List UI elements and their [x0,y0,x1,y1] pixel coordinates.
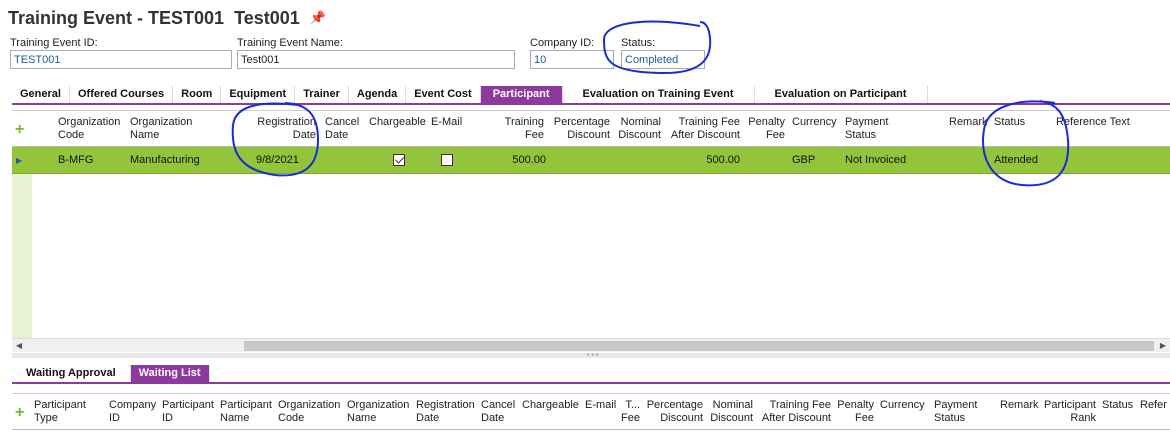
event-name-label: Training Event Name: [237,37,343,49]
status-label: Status: [621,37,656,49]
wcol-company-id[interactable]: Company ID [109,394,156,430]
wcol-email[interactable]: E-mail [585,394,616,430]
sub-tabs: Waiting Approval Waiting List [12,365,1170,384]
waiting-list-grid: + Participant Type Company ID Participant I… [12,393,1170,443]
col-org-name[interactable]: Organization Name [130,111,192,147]
panel-splitter[interactable]: • • • [12,352,1170,359]
cell-fee-after-discount[interactable]: 500.00 [666,147,740,174]
tab-room[interactable]: Room [173,86,222,103]
wcol-penalty-fee[interactable]: Penalty Fee [836,394,874,430]
col-org-code[interactable]: Organization Code [58,111,120,147]
chargeable-checkbox[interactable] [393,154,405,166]
col-email[interactable]: E-Mail [431,111,462,147]
wcol-nominal-discount[interactable]: Nominal Discount [709,394,753,430]
col-nominal-discount[interactable]: Nominal Discount [615,111,661,147]
wcol-cancel-date[interactable]: Cancel Date [481,394,515,430]
col-percentage-discount[interactable]: Percentage Discount [550,111,610,147]
splitter-grip-icon[interactable]: • • • [587,352,598,359]
tab-equipment[interactable]: Equipment [221,86,296,103]
col-chargeable[interactable]: Chargeable [369,111,426,147]
tab-waiting-approval[interactable]: Waiting Approval [12,365,131,382]
company-id-field-group: Company ID: [530,36,614,69]
wcol-status[interactable]: Status [1102,394,1133,430]
col-payment-status[interactable]: Payment Status [845,111,888,147]
wcol-participant-rank[interactable]: Participant Rank [1041,394,1096,430]
col-status[interactable]: Status [994,111,1025,147]
wcol-participant-name[interactable]: Participant Name [220,394,272,430]
cell-payment-status[interactable]: Not Invoiced [845,147,906,174]
scroll-left-icon[interactable]: ◀ [12,339,26,353]
email-checkbox[interactable] [441,154,453,166]
wcol-chargeable[interactable]: Chargeable [522,394,579,430]
scrollbar-thumb[interactable] [244,341,1154,351]
cell-org-name[interactable]: Manufacturing [130,147,200,174]
wcol-training-fee[interactable]: T... Fee [620,394,640,430]
wcol-payment-status[interactable]: Payment Status [934,394,977,430]
col-fee-after-discount[interactable]: Training Fee After Discount [666,111,740,147]
tab-offered-courses[interactable]: Offered Courses [69,86,174,103]
tab-evaluation-participant[interactable]: Evaluation on Participant [754,86,928,103]
waiting-grid-header: + Participant Type Company ID Participant I… [12,394,1170,430]
tab-evaluation-event[interactable]: Evaluation on Training Event [562,86,755,103]
event-name-input[interactable] [237,50,515,69]
col-cancel-date[interactable]: Cancel Date [325,111,359,147]
tab-waiting-list[interactable]: Waiting List [130,365,210,382]
horizontal-scrollbar[interactable]: ◀ ▶ [12,338,1170,352]
page-title: Training Event - TEST001 Test001 📌 [8,5,326,31]
wcol-percentage-discount[interactable]: Percentage Discount [645,394,703,430]
col-reference-text[interactable]: Reference Text [1056,111,1130,147]
event-id-field-group: Training Event ID: [10,36,232,69]
page-title-prefix: Training Event - TEST001 [8,7,225,28]
event-name-field-group: Training Event Name: [237,36,515,69]
wcol-org-code[interactable]: Organization Code [278,394,340,430]
col-training-fee[interactable]: Training Fee [482,111,544,147]
tab-agenda[interactable]: Agenda [348,86,407,103]
wcol-currency[interactable]: Currency [880,394,925,430]
tab-trainer[interactable]: Trainer [295,86,349,103]
participant-grid-header: + Organization Code Organization Name Regi… [12,111,1170,147]
event-id-input[interactable] [10,50,232,69]
tab-participant[interactable]: Participant [480,86,563,103]
col-penalty-fee[interactable]: Penalty Fee [744,111,785,147]
add-waiting-row-icon[interactable]: + [15,404,24,422]
participant-grid: + Organization Code Organization Name Regi… [12,110,1170,353]
wcol-reg-date[interactable]: Registration Date [416,394,475,430]
page-title-suffix: Test001 [234,7,300,28]
event-id-label: Training Event ID: [10,37,98,49]
status-field-group: Status: [621,36,705,69]
wcol-org-name[interactable]: Organization Name [347,394,409,430]
row-indicator-strip [12,174,32,338]
wcol-participant-type[interactable]: Participant Type [34,394,86,430]
company-id-input[interactable] [530,50,614,69]
table-row[interactable]: ▶ B-MFG Manufacturing 9/8/2021 500.00 50… [12,147,1170,174]
tab-event-cost[interactable]: Event Cost [406,86,481,103]
row-selector-icon[interactable]: ▶ [16,156,22,165]
cell-reg-date[interactable]: 9/8/2021 [256,147,299,174]
pin-icon[interactable]: 📌 [310,10,326,26]
company-id-label: Company ID: [530,37,595,49]
wcol-remark[interactable]: Remark [1000,394,1039,430]
col-remark[interactable]: Remark [949,111,988,147]
status-input[interactable] [621,50,705,69]
wcol-fee-after-discount[interactable]: Training Fee After Discount [759,394,831,430]
cell-training-fee[interactable]: 500.00 [482,147,546,174]
add-row-icon[interactable]: + [15,121,24,139]
cell-currency[interactable]: GBP [792,147,815,174]
scroll-right-icon[interactable]: ▶ [1156,339,1170,353]
col-reg-date[interactable]: Registration Date [240,111,316,147]
cell-org-code[interactable]: B-MFG [58,147,93,174]
col-currency[interactable]: Currency [792,111,837,147]
wcol-refer[interactable]: Refer [1140,394,1167,430]
main-tabs: General Offered Courses Room Equipment T… [12,86,1170,105]
wcol-participant-id[interactable]: Participant ID [162,394,214,430]
tab-general[interactable]: General [12,86,70,103]
cell-status[interactable]: Attended [994,147,1038,174]
